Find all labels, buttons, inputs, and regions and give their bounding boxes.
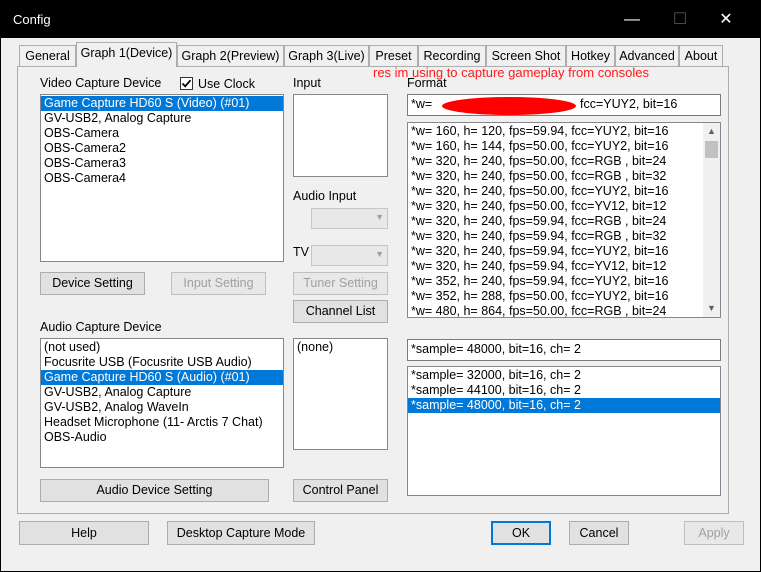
- tab-graph1-device[interactable]: Graph 1(Device): [76, 42, 177, 67]
- scrollbar-thumb[interactable]: [705, 141, 718, 158]
- list-item[interactable]: Game Capture HD60 S (Video) (#01): [41, 96, 283, 111]
- tv-label: TV: [293, 245, 309, 259]
- audio-device-list[interactable]: (not used) Focusrite USB (Focusrite USB …: [40, 338, 284, 468]
- list-item[interactable]: GV-USB2, Analog Capture: [41, 385, 283, 400]
- chevron-down-icon: ▼: [375, 212, 384, 222]
- audio-input-select[interactable]: ▼: [311, 208, 388, 229]
- list-item[interactable]: *w= 320, h= 240, fps=50.00, fcc=YV12, bi…: [408, 199, 720, 214]
- audio-format-list[interactable]: *sample= 32000, bit=16, ch= 2 *sample= 4…: [407, 366, 721, 496]
- list-item[interactable]: Focusrite USB (Focusrite USB Audio): [41, 355, 283, 370]
- title-bar: [0, 0, 761, 40]
- list-item[interactable]: *w= 320, h= 240, fps=59.94, fcc=RGB , bi…: [408, 214, 720, 229]
- list-item[interactable]: OBS-Camera4: [41, 171, 283, 186]
- tab-about[interactable]: About: [679, 45, 723, 66]
- list-item[interactable]: *w= 320, h= 240, fps=50.00, fcc=RGB , bi…: [408, 169, 720, 184]
- list-item[interactable]: *w= 320, h= 240, fps=50.00, fcc=RGB , bi…: [408, 154, 720, 169]
- tab-preset[interactable]: Preset: [369, 45, 418, 66]
- audio-device-setting-button[interactable]: Audio Device Setting: [40, 479, 269, 502]
- ok-button[interactable]: OK: [491, 521, 551, 545]
- check-icon: [181, 79, 192, 88]
- tab-graph3-live[interactable]: Graph 3(Live): [284, 45, 369, 66]
- input-list[interactable]: [293, 94, 388, 177]
- tab-hotkey[interactable]: Hotkey: [566, 45, 615, 66]
- list-item[interactable]: (not used): [41, 340, 283, 355]
- tab-general[interactable]: General: [19, 45, 76, 66]
- minimize-icon: —: [624, 11, 640, 28]
- audio-input-label: Audio Input: [293, 189, 357, 203]
- format-current-field[interactable]: *w= fcc=YUY2, bit=16: [407, 94, 721, 116]
- list-item[interactable]: GV-USB2, Analog Capture: [41, 111, 283, 126]
- list-item[interactable]: Game Capture HD60 S (Audio) (#01): [41, 370, 283, 385]
- cancel-button[interactable]: Cancel: [569, 521, 629, 545]
- device-setting-button[interactable]: Device Setting: [40, 272, 145, 295]
- window-title: Config: [13, 12, 51, 27]
- close-icon: ✕: [719, 11, 733, 28]
- input-setting-button[interactable]: Input Setting: [171, 272, 266, 295]
- format-label: Format: [407, 76, 447, 90]
- use-clock-label: Use Clock: [198, 77, 255, 91]
- list-item[interactable]: *w= 352, h= 240, fps=59.94, fcc=YUY2, bi…: [408, 274, 720, 289]
- format-scrollbar[interactable]: ▲ ▼: [703, 123, 720, 317]
- list-item[interactable]: *sample= 32000, bit=16, ch= 2: [408, 368, 720, 383]
- chevron-down-icon: ▼: [375, 249, 384, 259]
- redaction-mark: [442, 97, 576, 115]
- format-list[interactable]: *w= 160, h= 120, fps=59.94, fcc=YUY2, bi…: [407, 122, 721, 318]
- tab-graph2-preview[interactable]: Graph 2(Preview): [177, 45, 284, 66]
- list-item[interactable]: *sample= 48000, bit=16, ch= 2: [408, 398, 720, 413]
- tab-recording[interactable]: Recording: [418, 45, 486, 66]
- channel-list-button[interactable]: Channel List: [293, 300, 388, 323]
- apply-button[interactable]: Apply: [684, 521, 744, 545]
- maximize-button: ☐: [668, 8, 692, 32]
- audio-capture-label: Audio Capture Device: [40, 320, 162, 334]
- list-item[interactable]: *w= 320, h= 240, fps=59.94, fcc=YUY2, bi…: [408, 244, 720, 259]
- chevron-down-icon[interactable]: ▼: [703, 300, 720, 317]
- audio-pin-list[interactable]: (none): [293, 338, 388, 450]
- list-item[interactable]: OBS-Audio: [41, 430, 283, 445]
- tab-screen-shot[interactable]: Screen Shot: [486, 45, 566, 66]
- list-item[interactable]: *w= 160, h= 144, fps=50.00, fcc=YUY2, bi…: [408, 139, 720, 154]
- chevron-up-icon[interactable]: ▲: [703, 123, 720, 140]
- tab-advanced[interactable]: Advanced: [615, 45, 679, 66]
- list-item[interactable]: OBS-Camera: [41, 126, 283, 141]
- list-item[interactable]: *w= 480, h= 864, fps=50.00, fcc=RGB , bi…: [408, 304, 720, 317]
- audio-format-field[interactable]: *sample= 48000, bit=16, ch= 2: [407, 339, 721, 361]
- tv-select[interactable]: ▼: [311, 245, 388, 266]
- use-clock-checkbox[interactable]: [180, 77, 193, 90]
- list-item[interactable]: Headset Microphone (11- Arctis 7 Chat): [41, 415, 283, 430]
- help-button[interactable]: Help: [19, 521, 149, 545]
- list-item[interactable]: *sample= 44100, bit=16, ch= 2: [408, 383, 720, 398]
- minimize-button[interactable]: —: [620, 8, 644, 32]
- list-item[interactable]: *w= 352, h= 288, fps=50.00, fcc=YUY2, bi…: [408, 289, 720, 304]
- control-panel-button[interactable]: Control Panel: [293, 479, 388, 502]
- format-current-suffix: fcc=YUY2, bit=16: [580, 97, 678, 111]
- list-item[interactable]: OBS-Camera3: [41, 156, 283, 171]
- tuner-setting-button[interactable]: Tuner Setting: [293, 272, 388, 295]
- video-device-list[interactable]: Game Capture HD60 S (Video) (#01) GV-USB…: [40, 94, 284, 262]
- list-item[interactable]: *w= 320, h= 240, fps=59.94, fcc=YV12, bi…: [408, 259, 720, 274]
- input-label: Input: [293, 76, 321, 90]
- list-item[interactable]: *w= 160, h= 120, fps=59.94, fcc=YUY2, bi…: [408, 124, 720, 139]
- list-item[interactable]: OBS-Camera2: [41, 141, 283, 156]
- list-item[interactable]: (none): [294, 340, 387, 355]
- video-capture-label: Video Capture Device: [40, 76, 162, 90]
- list-item[interactable]: GV-USB2, Analog WaveIn: [41, 400, 283, 415]
- maximize-icon: ☐: [672, 11, 688, 28]
- desktop-capture-mode-button[interactable]: Desktop Capture Mode: [167, 521, 315, 545]
- list-item[interactable]: *w= 320, h= 240, fps=50.00, fcc=YUY2, bi…: [408, 184, 720, 199]
- format-current-prefix: *w=: [411, 97, 433, 111]
- list-item[interactable]: *w= 320, h= 240, fps=59.94, fcc=RGB , bi…: [408, 229, 720, 244]
- close-button[interactable]: ✕: [714, 8, 738, 32]
